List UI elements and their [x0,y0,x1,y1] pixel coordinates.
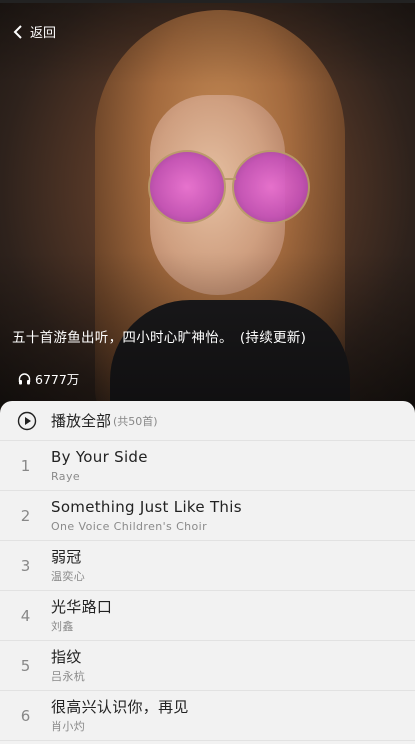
song-row[interactable]: 5 指纹 吕永杭 [0,641,415,691]
play-all-label: 播放全部 [51,412,112,430]
play-count-value: 6777万 [35,372,80,387]
playlist-title: 五十首游鱼出听，四小时心旷神怡。 (持续更新) [12,330,307,346]
song-row[interactable]: 3 弱冠 温奕心 [0,541,415,591]
play-all-count: (共50首) [113,414,158,428]
song-row[interactable]: 1 By Your Side Raye [0,441,415,491]
play-count: 6777万 [18,369,79,388]
song-title: 弱冠 [51,548,82,566]
song-artist: 刘鑫 [51,620,74,633]
back-label: 返回 [30,26,57,41]
song-title: 指纹 [51,648,82,666]
headphones-icon [18,372,31,384]
song-artist: Raye [51,470,81,483]
song-artist: One Voice Children's Choir [51,520,208,533]
cover-shade [0,0,415,420]
song-row[interactable]: 6 很高兴认识你，再见 肖小灼 [0,691,415,741]
song-artist: 温奕心 [51,570,86,583]
song-index: 3 [20,556,31,575]
top-border [0,0,415,3]
song-title: 很高兴认识你，再见 [51,698,189,716]
song-title: Something Just Like This [51,498,242,516]
song-artist: 肖小灼 [51,720,86,733]
song-index: 5 [20,656,31,675]
chevron-left-icon [13,24,22,39]
song-list-panel: 播放全部 (共50首) 1 By Your Side Raye 2 Someth… [0,401,415,744]
song-index: 4 [20,606,31,625]
play-circle-icon [17,411,37,430]
play-all-button[interactable]: 播放全部 (共50首) [0,401,415,441]
cover-image [0,0,415,420]
song-title: 光华路口 [51,598,113,616]
back-button[interactable]: 返回 [12,22,56,41]
song-title: By Your Side [51,448,148,466]
song-artist: 吕永杭 [51,670,86,683]
song-index: 1 [20,456,31,475]
song-index: 2 [20,506,31,525]
song-index: 6 [20,706,31,725]
song-row[interactable]: 4 光华路口 刘鑫 [0,591,415,641]
song-row[interactable]: 2 Something Just Like This One Voice Chi… [0,491,415,541]
